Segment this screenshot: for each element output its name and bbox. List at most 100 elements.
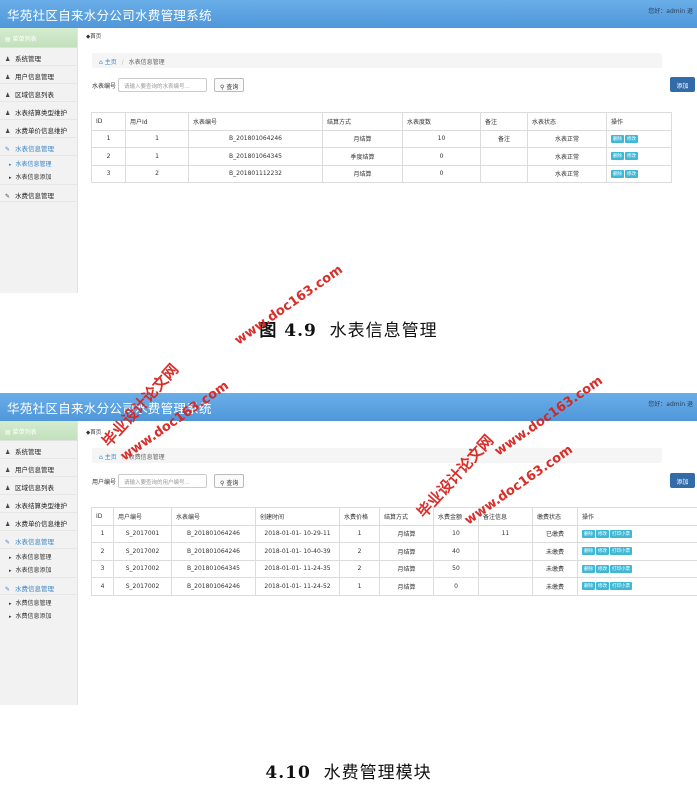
sidebar-item-label: 区域信息列表	[15, 484, 54, 492]
cell	[478, 559, 533, 578]
cell: S_2017001	[113, 524, 172, 543]
cell: B_201801064246	[171, 542, 256, 561]
cell: B_201801064246	[188, 129, 323, 148]
welcome-text[interactable]: 您好：admin 退	[648, 399, 693, 408]
section-number: 4.10	[265, 763, 311, 783]
column-header: 用户编号	[113, 507, 172, 526]
search-input[interactable]: 请输入要查询的水表编号...	[118, 78, 207, 92]
sidebar-subitem-meter-add[interactable]: ▸ 水表信息添加	[0, 562, 77, 575]
actions-cell: 删除 修改 打印小票	[577, 524, 697, 543]
query-button[interactable]: ⚲ 查询	[214, 78, 244, 92]
breadcrumb-home[interactable]: 主页	[105, 59, 117, 66]
chevron-right-icon: ▸	[9, 175, 12, 181]
cell: B_201801112232	[188, 164, 323, 183]
sidebar-header: ▤ 菜单列表	[0, 421, 77, 441]
user-icon: ♟	[5, 92, 11, 99]
edit-button[interactable]: 修改	[596, 547, 609, 556]
cell	[478, 577, 533, 596]
cell: 2	[339, 559, 380, 578]
user-icon: ♟	[5, 467, 11, 474]
sidebar-item-meter[interactable]: ✎ 水表信息管理	[0, 138, 77, 156]
edit-button[interactable]: 修改	[625, 152, 638, 161]
chevron-right-icon: ▸	[9, 601, 12, 607]
cell: 已缴费	[532, 524, 578, 543]
sidebar-item-label: 系统管理	[15, 448, 41, 456]
edit-button[interactable]: 修改	[596, 529, 609, 538]
sidebar-subitem-meter-manage[interactable]: ▸ 水表信息管理	[0, 549, 77, 562]
sidebar-item-system[interactable]: ♟ 系统管理	[0, 441, 77, 459]
user-icon: ♟	[5, 485, 11, 492]
cell: 0	[402, 164, 481, 183]
sidebar-item-label: 水表结算类型维护	[15, 502, 67, 510]
figure-title: 水表信息管理	[329, 321, 438, 341]
search-icon: ⚲	[220, 480, 225, 487]
breadcrumb-home[interactable]: 主页	[105, 454, 117, 461]
cell	[480, 147, 528, 166]
sidebar-item-fee[interactable]: ✎ 水费信息管理	[0, 184, 77, 202]
search-input[interactable]: 请输入要查询的用户编号...	[118, 474, 207, 488]
add-button[interactable]: 添加	[670, 77, 695, 92]
print-receipt-button[interactable]: 打印小票	[610, 582, 632, 591]
edit-button[interactable]: 修改	[625, 134, 638, 143]
edit-button[interactable]: 修改	[625, 169, 638, 178]
search-label: 用户编号	[92, 479, 117, 486]
delete-button[interactable]: 删除	[611, 169, 624, 178]
sidebar-header: ▤ 菜单列表	[0, 28, 77, 48]
cell: 月结算	[379, 577, 434, 596]
table-row: 2 1 B_201801064345 季度结算 0 水表正常 删除 修改	[91, 147, 672, 166]
print-receipt-button[interactable]: 打印小票	[610, 564, 632, 573]
sidebar-item-regions[interactable]: ♟ 区域信息列表	[0, 84, 77, 102]
sidebar-item-label: 水表结算类型维护	[15, 109, 67, 117]
cell: 2	[91, 542, 114, 561]
sidebar-item-users[interactable]: ♟ 用户信息管理	[0, 66, 77, 84]
sidebar-header-label: 菜单列表	[12, 36, 37, 43]
fee-table: ID 用户编号 水表编号 创建时间 水费价格 结算方式 水费金额 备注信息 缴费…	[91, 507, 697, 596]
sidebar-item-users[interactable]: ♟ 用户信息管理	[0, 459, 77, 477]
sidebar-subitem-meter-manage[interactable]: ▸ 水表信息管理	[0, 156, 77, 169]
actions-cell: 删除 修改	[606, 129, 672, 148]
table-row: 3 2 B_201801112232 月结算 0 水表正常 删除 修改	[91, 164, 672, 183]
query-button[interactable]: ⚲ 查询	[214, 474, 244, 488]
add-button[interactable]: 添加	[670, 473, 695, 488]
edit-button[interactable]: 修改	[596, 564, 609, 573]
cell: 水表正常	[527, 164, 607, 183]
delete-button[interactable]: 删除	[582, 582, 595, 591]
sidebar-item-settlement-types[interactable]: ♟ 水表结算类型维护	[0, 495, 77, 513]
sidebar-item-label: 用户信息管理	[15, 466, 54, 474]
sidebar-subitem-fee-manage[interactable]: ▸ 水费信息管理	[0, 595, 77, 608]
tab-home[interactable]: ◆首页	[86, 32, 101, 40]
delete-button[interactable]: 删除	[582, 547, 595, 556]
sidebar-item-regions[interactable]: ♟ 区域信息列表	[0, 477, 77, 495]
sidebar-item-meter[interactable]: ✎ 水表信息管理	[0, 531, 77, 549]
sidebar-item-unit-price[interactable]: ♟ 水费单价信息维护	[0, 513, 77, 531]
cell: 11	[478, 524, 533, 543]
cell: 季度结算	[322, 147, 403, 166]
print-receipt-button[interactable]: 打印小票	[610, 547, 632, 556]
sidebar-item-system[interactable]: ♟ 系统管理	[0, 48, 77, 66]
cell: 2	[125, 164, 189, 183]
sidebar-subitem-meter-add[interactable]: ▸ 水表信息添加	[0, 169, 77, 182]
column-header: 水表编号	[171, 507, 256, 526]
delete-button[interactable]: 删除	[582, 529, 595, 538]
cell: 3	[91, 164, 126, 183]
print-receipt-button[interactable]: 打印小票	[610, 529, 632, 538]
cell: 1	[339, 577, 380, 596]
home-icon: ⌂	[99, 59, 103, 66]
sidebar-item-settlement-types[interactable]: ♟ 水表结算类型维护	[0, 102, 77, 120]
delete-button[interactable]: 删除	[582, 564, 595, 573]
welcome-text[interactable]: 您好：admin 退	[648, 6, 693, 15]
cell: 2018-01-01- 11-24-52	[255, 577, 340, 596]
sidebar-subitem-label: 水费信息添加	[15, 613, 52, 620]
edit-button[interactable]: 修改	[596, 582, 609, 591]
sidebar-item-unit-price[interactable]: ♟ 水费单价信息维护	[0, 120, 77, 138]
column-header: ID	[91, 112, 126, 131]
sidebar-subitem-fee-add[interactable]: ▸ 水费信息添加	[0, 608, 77, 621]
column-header: ID	[91, 507, 114, 526]
edit-icon: ✎	[5, 586, 11, 593]
delete-button[interactable]: 删除	[611, 152, 624, 161]
cell: 月结算	[322, 164, 403, 183]
cell: S_2017002	[113, 577, 172, 596]
sidebar-item-fee[interactable]: ✎ 水费信息管理	[0, 577, 77, 595]
delete-button[interactable]: 删除	[611, 134, 624, 143]
edit-icon: ✎	[5, 193, 11, 200]
